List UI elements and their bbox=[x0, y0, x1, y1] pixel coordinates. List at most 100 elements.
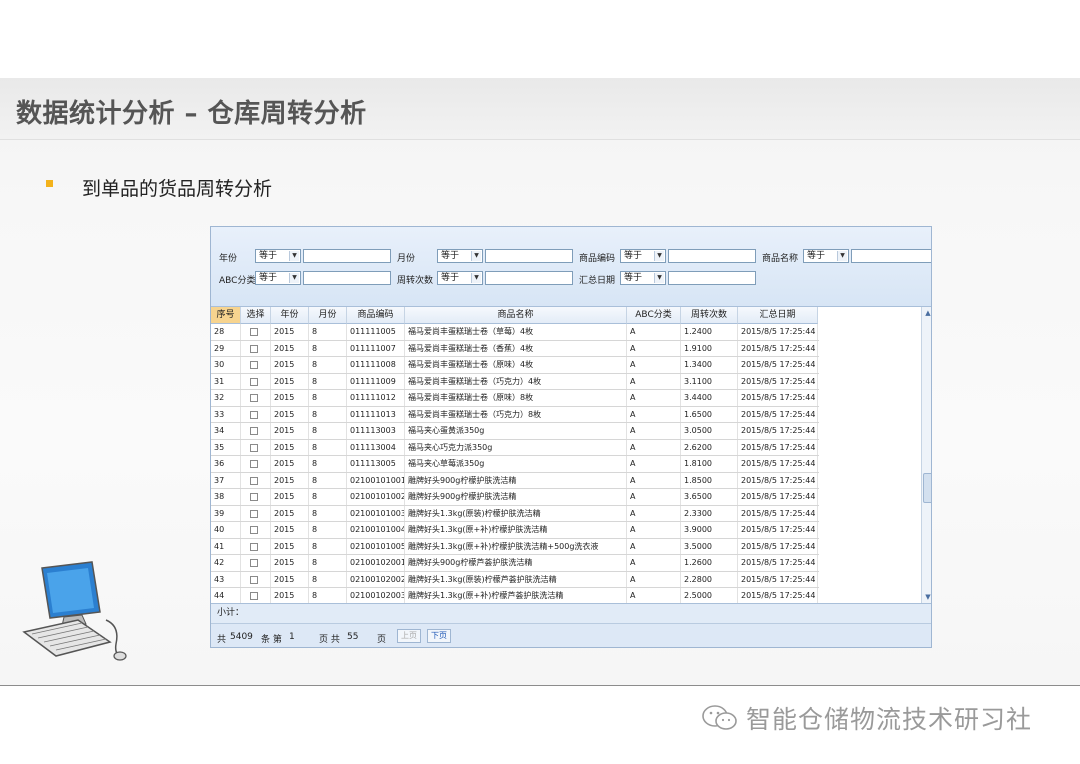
table-row[interactable]: 38 2015 8 02100101002 雕牌好头900g柠檬护肤洗洁精 A 3.6500… bbox=[211, 489, 819, 506]
header-col-code[interactable]: 商品编码 bbox=[347, 307, 405, 324]
col-select-cell[interactable] bbox=[241, 472, 271, 488]
table-row[interactable]: 29 2015 8 011111007 福马爱尚丰蛋糕瑞士卷（香蕉）4枚 A 1.9100 2… bbox=[211, 340, 819, 357]
col-index-cell: 44 bbox=[211, 588, 241, 603]
col-select-cell[interactable] bbox=[241, 357, 271, 373]
scroll-up-icon[interactable]: ▲ bbox=[923, 308, 931, 318]
header-col-date[interactable]: 汇总日期 bbox=[738, 307, 818, 324]
col-index-cell: 36 bbox=[211, 456, 241, 472]
header-col-name[interactable]: 商品名称 bbox=[405, 307, 627, 324]
row-checkbox[interactable] bbox=[250, 427, 258, 435]
row-checkbox[interactable] bbox=[250, 328, 258, 336]
col-select-cell[interactable] bbox=[241, 439, 271, 455]
row-checkbox[interactable] bbox=[250, 493, 258, 501]
row-checkbox[interactable] bbox=[250, 460, 258, 468]
table-row[interactable]: 42 2015 8 02100102001 雕牌好头900g柠檬芦荟护肤洗洁精 A 1.26… bbox=[211, 555, 819, 572]
col-select-cell[interactable] bbox=[241, 456, 271, 472]
page-mid: 页 共 bbox=[319, 635, 340, 645]
col-select-cell[interactable] bbox=[241, 522, 271, 538]
row-checkbox[interactable] bbox=[250, 476, 258, 485]
prev-page-button[interactable]: 上页 bbox=[397, 629, 421, 643]
col-select-cell[interactable] bbox=[241, 340, 271, 356]
col-name-cell: 福马爱尚丰蛋糕瑞士卷（巧克力）8枚 bbox=[405, 406, 627, 422]
row-checkbox[interactable] bbox=[250, 526, 258, 534]
header-col-month[interactable]: 月份 bbox=[309, 307, 347, 324]
table-row[interactable]: 30 2015 8 011111008 福马爱尚丰蛋糕瑞士卷（原味）4枚 A 1.3400 2… bbox=[211, 357, 819, 374]
col-month-cell: 8 bbox=[309, 439, 347, 455]
row-checkbox[interactable] bbox=[250, 592, 258, 600]
row-checkbox[interactable] bbox=[250, 559, 258, 567]
month-input[interactable] bbox=[485, 249, 573, 263]
row-checkbox[interactable] bbox=[250, 344, 258, 353]
code-input[interactable] bbox=[668, 249, 756, 263]
table-row[interactable]: 40 2015 8 02100101004 雕牌好头1.3kg(原+补)柠檬护肤洗洁精 A… bbox=[211, 522, 819, 539]
col-select-cell[interactable] bbox=[241, 538, 271, 554]
col-select-cell[interactable] bbox=[241, 373, 271, 389]
turnover-input[interactable] bbox=[485, 271, 573, 285]
header-col-select[interactable]: 选择 bbox=[241, 307, 271, 324]
month-operator-select[interactable]: 等于 ▼ bbox=[437, 249, 483, 263]
col-index-cell: 35 bbox=[211, 439, 241, 455]
table-row[interactable]: 28 2015 8 011111005 福马爱尚丰蛋糕瑞士卷（草莓）4枚 A 1.2400 2… bbox=[211, 324, 819, 341]
col-select-cell[interactable] bbox=[241, 489, 271, 505]
bullet-text: 到单品的货品周转分析 bbox=[82, 178, 273, 200]
header-col-abc[interactable]: ABC分类 bbox=[627, 307, 681, 324]
table-row[interactable]: 43 2015 8 02100102002 雕牌好头1.3kg(原装)柠檬芦荟护肤洗洁精… bbox=[211, 571, 819, 588]
abc-operator-select[interactable]: 等于 ▼ bbox=[255, 271, 301, 285]
row-checkbox[interactable] bbox=[250, 377, 258, 386]
row-checkbox[interactable] bbox=[250, 509, 258, 518]
table-row[interactable]: 41 2015 8 02100101005 雕牌好头1.3kg(原+补)柠檬护肤洗洁精+… bbox=[211, 538, 819, 555]
row-checkbox[interactable] bbox=[250, 361, 258, 369]
header-col-index[interactable]: 序号 bbox=[211, 307, 241, 324]
col-turnover-cell: 3.0500 bbox=[681, 423, 738, 439]
table-row[interactable]: 36 2015 8 011113005 福马夹心草莓派350g A 1.8100 2015/8… bbox=[211, 456, 819, 473]
row-checkbox[interactable] bbox=[250, 410, 258, 419]
chevron-down-icon: ▼ bbox=[289, 251, 299, 261]
col-select-cell[interactable] bbox=[241, 505, 271, 521]
table-row[interactable]: 31 2015 8 011111009 福马爱尚丰蛋糕瑞士卷（巧克力）4枚 A 3.1100… bbox=[211, 373, 819, 390]
col-select-cell[interactable] bbox=[241, 406, 271, 422]
name-input[interactable] bbox=[851, 249, 931, 263]
col-select-cell[interactable] bbox=[241, 390, 271, 406]
col-abc-cell: A bbox=[627, 456, 681, 472]
table-row[interactable]: 34 2015 8 011113003 福马夹心蛋黄派350g A 3.0500 2015/8… bbox=[211, 423, 819, 440]
col-select-cell[interactable] bbox=[241, 571, 271, 587]
year-input[interactable] bbox=[303, 249, 391, 263]
name-operator-select[interactable]: 等于 ▼ bbox=[803, 249, 849, 263]
header-col-turnover[interactable]: 周转次数 bbox=[681, 307, 738, 324]
col-select-cell[interactable] bbox=[241, 588, 271, 603]
col-year-cell: 2015 bbox=[271, 456, 309, 472]
vertical-scrollbar[interactable]: ▲ ▼ bbox=[921, 307, 931, 603]
col-month-cell: 8 bbox=[309, 555, 347, 571]
col-select-cell[interactable] bbox=[241, 555, 271, 571]
col-select-cell[interactable] bbox=[241, 324, 271, 340]
table-row[interactable]: 39 2015 8 02100101003 雕牌好头1.3kg(原装)柠檬护肤洗洁精 A 2… bbox=[211, 505, 819, 522]
row-checkbox[interactable] bbox=[250, 394, 258, 402]
table-row[interactable]: 35 2015 8 011113004 福马夹心巧克力派350g A 2.6200 2015/… bbox=[211, 439, 819, 456]
row-checkbox[interactable] bbox=[250, 443, 258, 452]
code-operator-select[interactable]: 等于 ▼ bbox=[620, 249, 666, 263]
row-checkbox[interactable] bbox=[250, 575, 258, 584]
slide-title: 数据统计分析 – 仓库周转分析 bbox=[16, 99, 367, 129]
turnover-operator-select[interactable]: 等于 ▼ bbox=[437, 271, 483, 285]
col-date-cell: 2015/8/5 17:25:44 bbox=[738, 324, 818, 340]
table-row[interactable]: 32 2015 8 011111012 福马爱尚丰蛋糕瑞士卷（原味）8枚 A 3.4400 2… bbox=[211, 390, 819, 407]
col-select-cell[interactable] bbox=[241, 423, 271, 439]
header-col-year[interactable]: 年份 bbox=[271, 307, 309, 324]
col-date-cell: 2015/8/5 17:25:44 bbox=[738, 522, 818, 538]
table-row[interactable]: 33 2015 8 011111013 福马爱尚丰蛋糕瑞士卷（巧克力）8枚 A 1.6500… bbox=[211, 406, 819, 423]
col-year-cell: 2015 bbox=[271, 505, 309, 521]
scroll-down-icon[interactable]: ▼ bbox=[923, 592, 931, 602]
row-checkbox[interactable] bbox=[250, 542, 258, 551]
table-row[interactable]: 37 2015 8 02100101001 雕牌好头900g柠檬护肤洗洁精 A 1.8500… bbox=[211, 472, 819, 489]
table-row[interactable]: 44 2015 8 02100102003 雕牌好头1.3kg(原+补)柠檬芦荟护肤洗洁… bbox=[211, 588, 819, 603]
date-input[interactable] bbox=[668, 271, 756, 285]
computer-illustration-icon bbox=[22, 561, 127, 661]
subtotal-label: 小计： bbox=[217, 608, 245, 618]
date-operator-select[interactable]: 等于 ▼ bbox=[620, 271, 666, 285]
year-operator-select[interactable]: 等于 ▼ bbox=[255, 249, 301, 263]
col-code-cell: 02100101003 bbox=[347, 505, 405, 521]
col-name-cell: 雕牌好头900g柠檬护肤洗洁精 bbox=[405, 489, 627, 505]
abc-input[interactable] bbox=[303, 271, 391, 285]
scroll-thumb[interactable] bbox=[923, 473, 931, 503]
next-page-button[interactable]: 下页 bbox=[427, 629, 451, 643]
